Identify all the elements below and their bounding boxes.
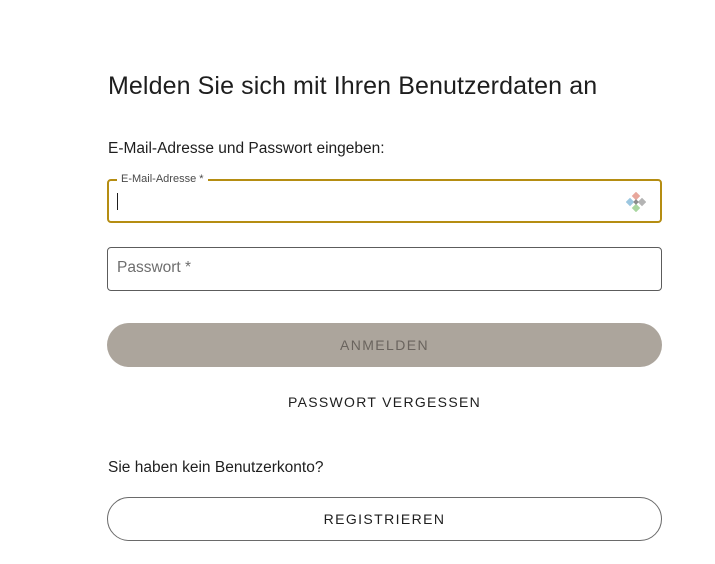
- login-card: Melden Sie sich mit Ihren Benutzerdaten …: [0, 0, 715, 564]
- email-field-label: E-Mail-Adresse *: [117, 172, 208, 186]
- password-field[interactable]: Passwort *: [107, 247, 662, 291]
- login-button[interactable]: ANMELDEN: [107, 323, 662, 367]
- text-cursor: [117, 193, 118, 210]
- password-placeholder: Passwort *: [117, 259, 192, 276]
- email-field[interactable]: E-Mail-Adresse *: [107, 172, 662, 223]
- autofill-icon-graphic: [625, 191, 647, 213]
- password-manager-autofill-icon[interactable]: [625, 191, 647, 213]
- forgot-password-link[interactable]: PASSWORT VERGESSEN: [107, 394, 662, 410]
- form-instruction: E-Mail-Adresse und Passwort eingeben:: [108, 140, 385, 157]
- no-account-text: Sie haben kein Benutzerkonto?: [108, 459, 324, 476]
- page-title: Melden Sie sich mit Ihren Benutzerdaten …: [108, 72, 598, 100]
- register-button[interactable]: REGISTRIEREN: [107, 497, 662, 541]
